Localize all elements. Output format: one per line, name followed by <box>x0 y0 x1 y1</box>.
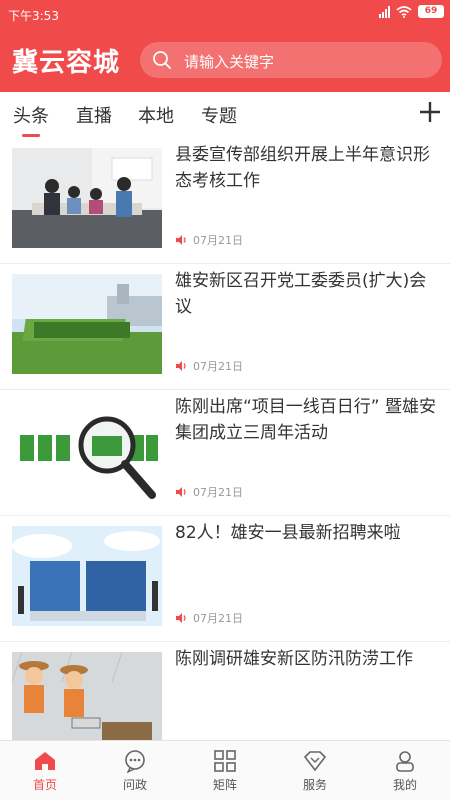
news-meta: 07月21日 <box>175 484 243 500</box>
tabbar-services[interactable]: 服务 <box>270 741 360 800</box>
signal-icon <box>379 5 390 18</box>
audio-icon[interactable] <box>175 360 187 372</box>
news-date: 07月21日 <box>193 360 243 373</box>
news-thumbnail <box>12 652 162 752</box>
news-thumbnail <box>12 148 162 248</box>
app-logo: 冀云容城 <box>12 48 121 78</box>
news-title: 陈刚调研雄安新区防汛防涝工作 <box>175 649 413 669</box>
app-header: 下午3:53 69 冀云容城 请输入关键字 <box>0 0 450 92</box>
news-thumbnail <box>12 274 162 374</box>
tabbar-inquiry[interactable]: 问政 <box>90 741 180 800</box>
audio-icon[interactable] <box>175 234 187 246</box>
news-date: 07月21日 <box>193 234 243 247</box>
audio-icon[interactable] <box>175 612 187 624</box>
news-meta: 07月21日 <box>175 358 243 374</box>
news-item[interactable]: 雄安新区召开党工委委员(扩大)会议 07月21日 <box>0 264 450 390</box>
tabbar-label: 问政 <box>122 778 147 792</box>
news-item[interactable]: 县委宣传部组织开展上半年意识形态考核工作 07月21日 <box>0 138 450 264</box>
news-item[interactable]: 陈刚出席“项目一线百日行” 暨雄安集团成立三周年活动 07月21日 <box>0 390 450 516</box>
wifi-icon <box>396 5 412 18</box>
diamond-icon <box>303 751 327 772</box>
news-meta: 07月21日 <box>175 610 243 626</box>
tabbar-label: 我的 <box>392 778 417 792</box>
news-title: 82人！雄安一县最新招聘来啦 <box>175 523 401 543</box>
tabbar-label: 服务 <box>302 778 327 792</box>
home-icon <box>35 752 55 770</box>
user-icon <box>396 751 414 772</box>
tab-topics[interactable]: 专题 <box>201 102 237 128</box>
tabbar-profile[interactable]: 我的 <box>360 741 450 800</box>
tabbar-matrix[interactable]: 矩阵 <box>180 741 270 800</box>
status-time: 下午3:53 <box>8 9 59 23</box>
tab-local[interactable]: 本地 <box>138 102 174 128</box>
news-thumbnail <box>12 526 162 626</box>
news-title: 陈刚出席“项目一线百日行” 暨雄安集团成立三周年活动 <box>175 397 437 443</box>
news-thumbnail <box>12 400 162 500</box>
category-tabs: 头条 直播 本地 专题 <box>0 92 450 138</box>
tab-live[interactable]: 直播 <box>76 102 112 128</box>
search-icon <box>153 51 171 69</box>
tabbar-label: 首页 <box>32 778 57 792</box>
tab-headlines[interactable]: 头条 <box>13 102 49 137</box>
chat-bubble-icon <box>125 750 145 773</box>
news-date: 07月21日 <box>193 612 243 625</box>
tabbar-label: 矩阵 <box>212 778 237 792</box>
tabbar-home[interactable]: 首页 <box>0 741 90 800</box>
news-title: 县委宣传部组织开展上半年意识形态考核工作 <box>175 145 430 191</box>
grid-icon <box>214 750 236 772</box>
search-placeholder: 请输入关键字 <box>184 53 275 71</box>
battery-icon: 69 <box>418 5 444 18</box>
bottom-tab-bar: 首页 问政 矩阵 服务 我的 <box>0 740 450 800</box>
news-item[interactable]: 82人！雄安一县最新招聘来啦 07月21日 <box>0 516 450 642</box>
news-date: 07月21日 <box>193 486 243 499</box>
status-icons: 69 <box>379 5 444 18</box>
audio-icon[interactable] <box>175 486 187 498</box>
status-bar: 下午3:53 69 <box>0 0 450 28</box>
search-bar[interactable]: 请输入关键字 <box>140 42 442 78</box>
news-title: 雄安新区召开党工委委员(扩大)会议 <box>175 271 427 317</box>
news-meta: 07月21日 <box>175 232 243 248</box>
add-channel-icon[interactable] <box>418 100 442 124</box>
